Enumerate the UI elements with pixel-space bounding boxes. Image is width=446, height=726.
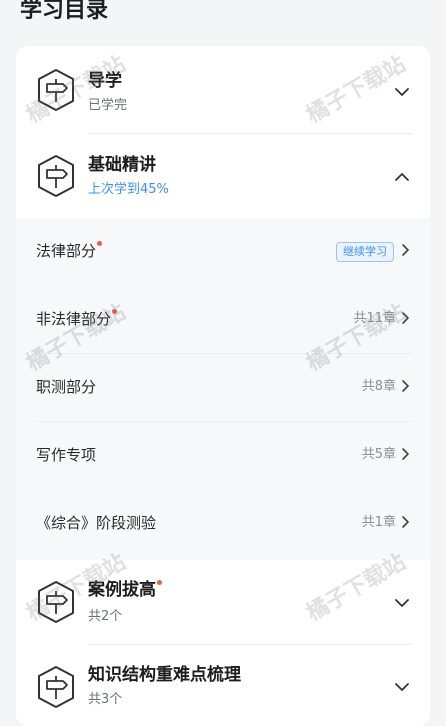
- page-title: 学习目录: [20, 0, 109, 23]
- progress-text: 上次学到45%: [88, 182, 169, 197]
- chapter-label: 职测部分: [36, 378, 97, 396]
- new-dot-icon: [112, 309, 118, 314]
- list-item[interactable]: 《综合》阶段测验 共1章: [16, 490, 430, 558]
- section-count: 共3个: [88, 692, 123, 707]
- signpost-icon: [38, 581, 74, 623]
- signpost-icon: [38, 155, 74, 197]
- chapter-label: 写作专项: [36, 446, 97, 464]
- chapter-label: 法律部分: [36, 240, 103, 262]
- chapter-label: 非法律部分: [36, 308, 118, 330]
- chevron-right-icon: [402, 380, 409, 392]
- chevron-down-icon[interactable]: [394, 679, 410, 695]
- section-intro[interactable]: 导学 已学完: [16, 46, 430, 134]
- chevron-right-icon: [402, 448, 409, 460]
- chevron-up-icon[interactable]: [394, 169, 410, 185]
- list-item[interactable]: 写作专项 共5章: [16, 422, 430, 490]
- signpost-icon: [38, 666, 74, 708]
- chapter-count: 共11章: [353, 311, 396, 326]
- section-basic[interactable]: 基础精讲 上次学到45%: [16, 134, 430, 218]
- section-title: 基础精讲: [88, 155, 156, 175]
- section-knowledge[interactable]: 知识结构重难点梳理 共3个: [16, 645, 430, 726]
- section-status: 已学完: [88, 98, 128, 113]
- new-dot-icon: [157, 580, 162, 585]
- section-count: 共2个: [88, 609, 123, 624]
- chevron-right-icon: [402, 244, 409, 256]
- section-title: 案例拔高: [88, 579, 162, 601]
- signpost-icon: [38, 69, 74, 111]
- chapter-label: 《综合》阶段测验: [36, 514, 157, 532]
- chevron-right-icon: [402, 516, 409, 528]
- list-item[interactable]: 职测部分 共8章: [16, 354, 430, 422]
- chevron-down-icon[interactable]: [394, 595, 410, 611]
- chevron-right-icon: [402, 312, 409, 324]
- chapter-count: 共1章: [361, 515, 396, 530]
- list-item[interactable]: 非法律部分 共11章: [16, 286, 430, 354]
- section-case[interactable]: 案例拔高 共2个: [16, 560, 430, 644]
- chevron-down-icon[interactable]: [394, 84, 410, 100]
- chapter-count: 共5章: [361, 447, 396, 462]
- catalog-card: 导学 已学完 基础精讲 上次学到45% 法律部分 继续学习 非法律部分 共11章: [16, 46, 430, 726]
- continue-study-badge[interactable]: 继续学习: [336, 242, 394, 262]
- section-title: 导学: [88, 71, 122, 91]
- sub-chapter-panel: 法律部分 继续学习 非法律部分 共11章 职测部分 共8章 写作专项 共5章 《…: [16, 218, 430, 560]
- new-dot-icon: [97, 241, 103, 246]
- list-item[interactable]: 法律部分 继续学习: [16, 218, 430, 286]
- chapter-count: 共8章: [361, 379, 396, 394]
- section-title: 知识结构重难点梳理: [88, 665, 241, 685]
